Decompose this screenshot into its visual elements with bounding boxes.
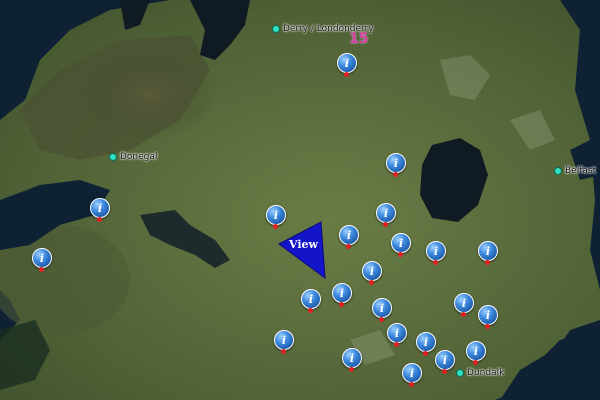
marker-pin-foot (308, 308, 313, 313)
info-marker[interactable]: i (90, 198, 110, 224)
marker-count-badge: 15 (349, 31, 369, 47)
place-dot-icon (554, 167, 562, 175)
marker-pin-foot (394, 342, 399, 347)
info-marker[interactable]: i (435, 350, 455, 376)
info-marker[interactable]: i (416, 332, 436, 358)
marker-pin-foot (409, 382, 414, 387)
info-marker[interactable]: i (32, 248, 52, 274)
place-dot-icon (272, 25, 280, 33)
info-icon: i (402, 363, 422, 383)
info-icon: i (376, 203, 396, 223)
marker-pin-foot (393, 172, 398, 177)
info-icon: i (391, 233, 411, 253)
info-marker[interactable]: i (339, 225, 359, 251)
info-marker[interactable]: i (274, 330, 294, 356)
info-icon: i (454, 293, 474, 313)
info-icon: i (386, 153, 406, 173)
info-icon: i (372, 298, 392, 318)
info-icon: i (416, 332, 436, 352)
info-marker[interactable]: i (454, 293, 474, 319)
info-marker[interactable]: i (332, 283, 352, 309)
info-marker[interactable]: i (391, 233, 411, 259)
marker-pin-foot (369, 280, 374, 285)
marker-pin-foot (344, 72, 349, 77)
marker-pin-foot (379, 317, 384, 322)
place-dot-icon (456, 369, 464, 377)
info-icon: i (342, 348, 362, 368)
info-marker[interactable]: i (301, 289, 321, 315)
place-label-belfast: Belfast (565, 166, 597, 176)
info-icon: i (435, 350, 455, 370)
info-icon: i (362, 261, 382, 281)
info-icon: i (387, 323, 407, 343)
place-label-donegal: Donegal (120, 152, 158, 162)
info-marker[interactable]: i (362, 261, 382, 287)
marker-pin-foot (346, 244, 351, 249)
place-donegal[interactable]: Donegal (109, 152, 157, 162)
info-icon: i (478, 305, 498, 325)
satellite-map[interactable]: Derry / Londonderry Donegal Belfast Dund… (0, 0, 600, 400)
marker-pin-foot (281, 349, 286, 354)
place-belfast[interactable]: Belfast (554, 166, 596, 176)
info-icon: i (274, 330, 294, 350)
info-marker[interactable]: i (387, 323, 407, 349)
info-marker[interactable]: i (402, 363, 422, 389)
marker-pin-foot (97, 217, 102, 222)
info-marker[interactable]: i (478, 305, 498, 331)
view-direction-cone[interactable] (275, 218, 335, 280)
info-marker[interactable]: i (466, 341, 486, 367)
place-dot-icon (109, 153, 117, 161)
info-icon: i (332, 283, 352, 303)
place-dundalk[interactable]: Dundalk (456, 368, 504, 378)
info-icon: i (426, 241, 446, 261)
info-icon: i (478, 241, 498, 261)
mountain-shading (80, 50, 220, 140)
info-marker[interactable]: i (478, 241, 498, 267)
info-marker[interactable]: i (337, 53, 357, 79)
marker-pin-foot (461, 312, 466, 317)
marker-pin-foot (485, 260, 490, 265)
info-icon: i (337, 53, 357, 73)
marker-pin-foot (433, 260, 438, 265)
info-icon: i (301, 289, 321, 309)
info-marker[interactable]: i (386, 153, 406, 179)
info-marker[interactable]: i (342, 348, 362, 374)
info-marker[interactable]: i (376, 203, 396, 229)
marker-pin-foot (423, 351, 428, 356)
marker-pin-foot (339, 302, 344, 307)
info-icon: i (466, 341, 486, 361)
info-icon: i (32, 248, 52, 268)
info-icon: i (90, 198, 110, 218)
info-marker[interactable]: i (372, 298, 392, 324)
marker-pin-foot (442, 369, 447, 374)
marker-pin-foot (473, 360, 478, 365)
info-icon: i (339, 225, 359, 245)
info-marker[interactable]: i (426, 241, 446, 267)
marker-pin-foot (383, 222, 388, 227)
marker-pin-foot (39, 267, 44, 272)
marker-pin-foot (349, 367, 354, 372)
place-label-dundalk: Dundalk (467, 368, 505, 378)
marker-pin-foot (398, 252, 403, 257)
marker-pin-foot (485, 324, 490, 329)
